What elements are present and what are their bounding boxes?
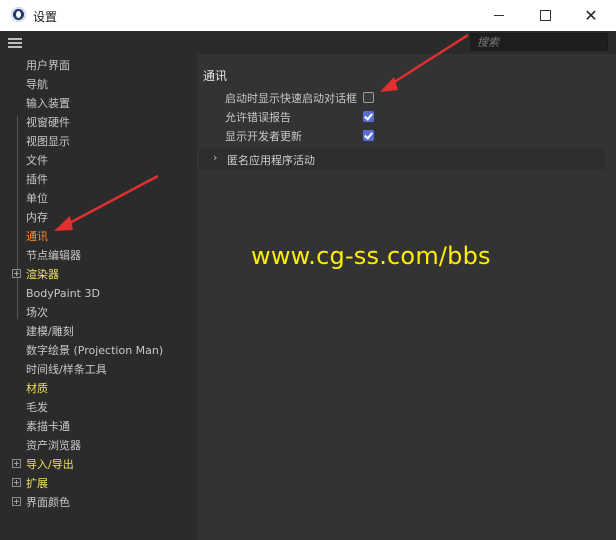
- minimize-icon: [494, 15, 504, 16]
- allow-error-report-checkbox[interactable]: [363, 111, 374, 122]
- expand-icon[interactable]: [12, 478, 21, 487]
- sidebar-item-memory[interactable]: 内存: [26, 208, 48, 227]
- watermark-text: www.cg-ss.com/bbs: [251, 242, 491, 270]
- sidebar-item-ui[interactable]: 用户界面: [26, 56, 70, 75]
- expand-icon[interactable]: [12, 459, 21, 468]
- sidebar-item-plugins[interactable]: 插件: [26, 170, 48, 189]
- sidebar-item-node-editor[interactable]: 节点编辑器: [26, 246, 81, 265]
- section-title: 通讯: [203, 69, 228, 83]
- chevron-right-icon: ›: [213, 151, 218, 164]
- sidebar-item-hair[interactable]: 毛发: [26, 398, 48, 417]
- sidebar-item-projection-man[interactable]: 数字绘景 (Projection Man): [26, 341, 163, 360]
- sidebar-item-viewport-hardware[interactable]: 视窗硬件: [26, 113, 70, 132]
- sidebar-item-extensions[interactable]: 扩展: [26, 474, 48, 493]
- sidebar-item-view-display[interactable]: 视图显示: [26, 132, 70, 151]
- maximize-button[interactable]: [522, 0, 568, 31]
- option-label: 允许错误报告: [225, 111, 291, 124]
- sidebar-item-sketch-toon[interactable]: 素描卡通: [26, 417, 70, 436]
- expand-icon[interactable]: [12, 269, 21, 278]
- sidebar-item-timeline[interactable]: 时间线/样条工具: [26, 360, 107, 379]
- show-dev-updates-checkbox[interactable]: [363, 130, 374, 141]
- sidebar-item-bodypaint[interactable]: BodyPaint 3D: [26, 284, 100, 303]
- sidebar-item-navigation[interactable]: 导航: [26, 75, 48, 94]
- search-input[interactable]: 搜索: [470, 33, 608, 51]
- show-quickstart-checkbox[interactable]: [363, 92, 374, 103]
- sidebar-item-materials[interactable]: 材质: [26, 379, 48, 398]
- sidebar-item-input-devices[interactable]: 输入装置: [26, 94, 70, 113]
- window-title: 设置: [33, 10, 58, 24]
- tree-line: [17, 116, 18, 319]
- close-icon: ✕: [584, 6, 598, 25]
- sidebar-item-sculpting[interactable]: 建模/雕刻: [26, 322, 74, 341]
- title-bar: 设置 ✕: [0, 0, 616, 31]
- option-label: 显示开发者更新: [225, 130, 302, 143]
- sidebar: 用户界面 导航 输入装置 视窗硬件 视图显示 文件 插件 单位 内存 通讯 节点…: [0, 54, 192, 540]
- minimize-button[interactable]: [476, 0, 522, 31]
- sidebar-item-files[interactable]: 文件: [26, 151, 48, 170]
- sidebar-item-interface-colors[interactable]: 界面颜色: [26, 493, 70, 512]
- close-button[interactable]: ✕: [568, 0, 614, 31]
- cinema4d-icon: [11, 7, 26, 22]
- settings-panel: 通讯 启动时显示快速启动对话框 允许错误报告 显示开发者更新 › 匿名应用程序活…: [197, 54, 616, 540]
- sidebar-item-import-export[interactable]: 导入/导出: [26, 455, 74, 474]
- option-label: 启动时显示快速启动对话框: [225, 92, 357, 105]
- group-label: 匿名应用程序活动: [227, 154, 315, 167]
- hamburger-menu-icon[interactable]: [8, 38, 22, 48]
- anonymous-activity-group[interactable]: › 匿名应用程序活动: [199, 148, 605, 170]
- sidebar-item-communication[interactable]: 通讯: [26, 227, 48, 246]
- sidebar-item-takes[interactable]: 场次: [26, 303, 48, 322]
- sidebar-item-renderer[interactable]: 渲染器: [26, 265, 59, 284]
- sidebar-item-asset-browser[interactable]: 资产浏览器: [26, 436, 81, 455]
- expand-icon[interactable]: [12, 497, 21, 506]
- sidebar-item-units[interactable]: 单位: [26, 189, 48, 208]
- maximize-icon: [539, 10, 551, 21]
